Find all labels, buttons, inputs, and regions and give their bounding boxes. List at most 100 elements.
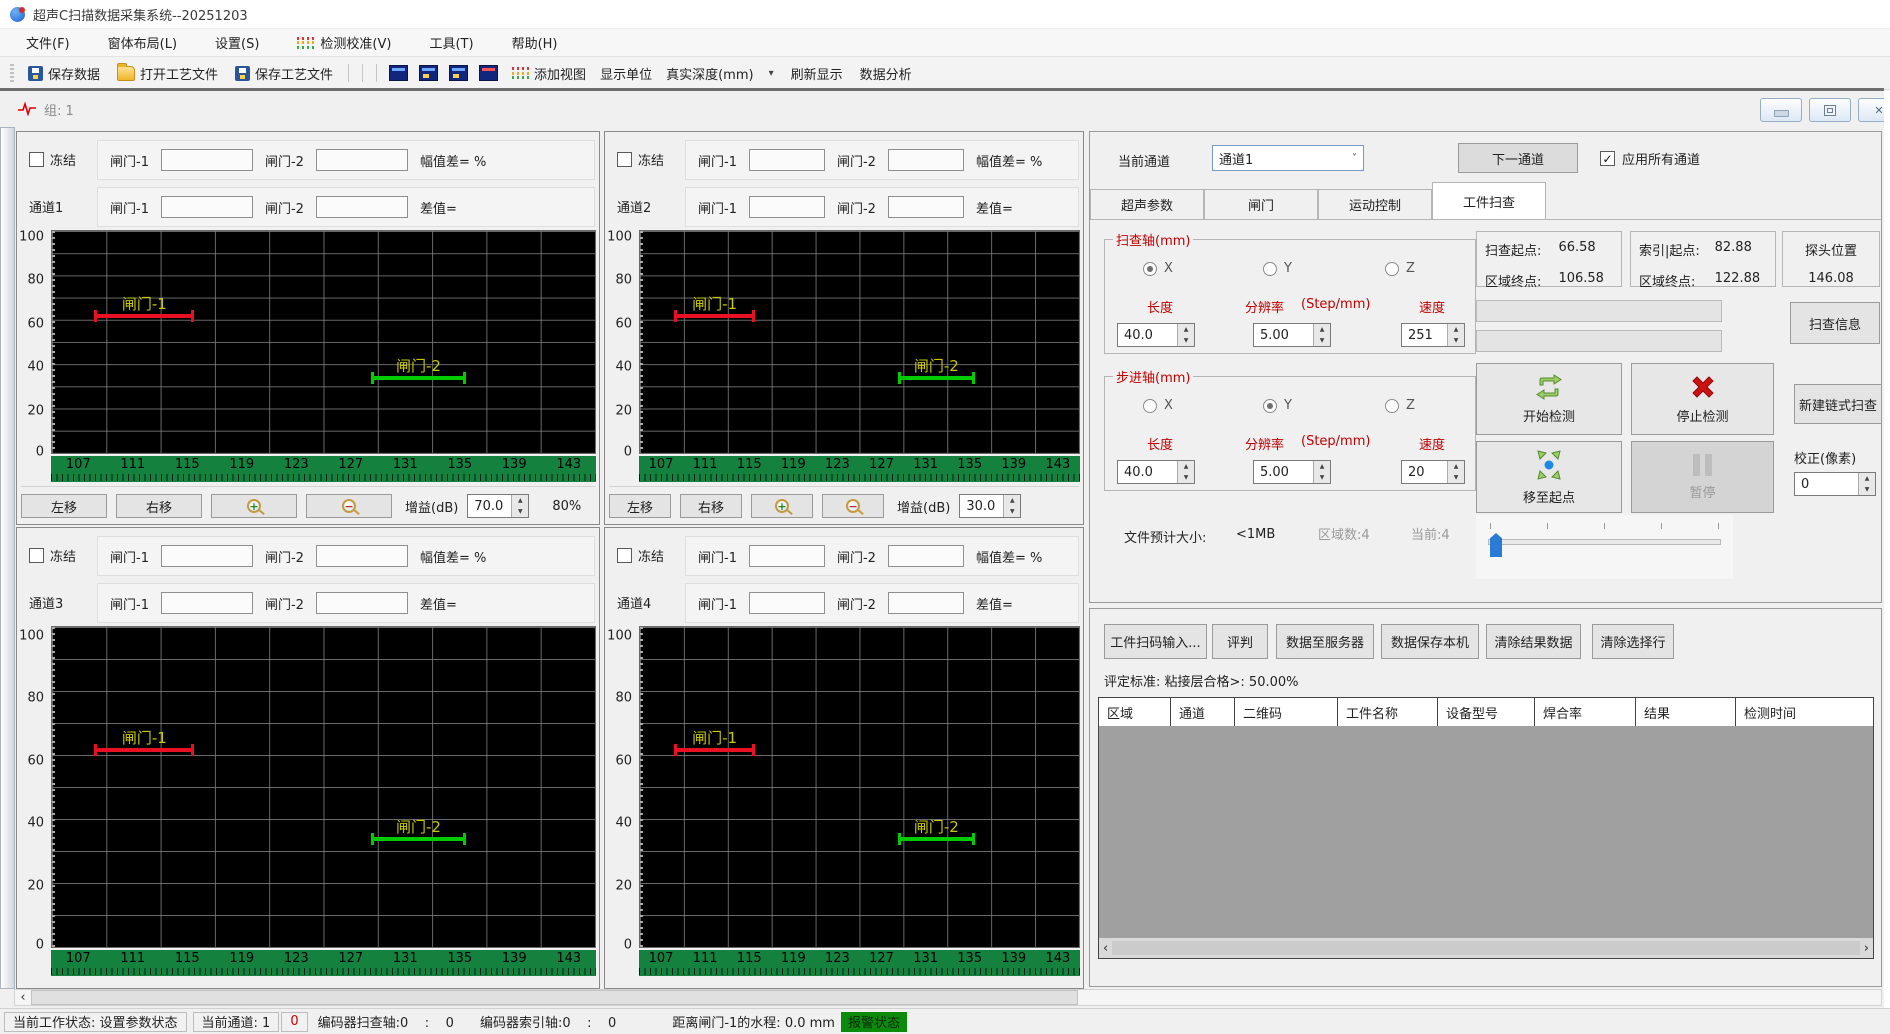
gate-1-line[interactable] xyxy=(674,743,756,756)
slider-track[interactable] xyxy=(1488,539,1721,545)
freeze-checkbox[interactable] xyxy=(617,548,632,563)
gate2-amplitude-field[interactable] xyxy=(887,149,964,171)
mdi-horizontal-scrollbar[interactable]: ‹ xyxy=(14,989,1882,1006)
menu-settings[interactable]: 设置(S) xyxy=(215,33,259,52)
scroll-right-arrow[interactable]: › xyxy=(1864,941,1869,956)
column-header[interactable]: 工件名称 xyxy=(1338,698,1438,726)
gate1-amplitude-field[interactable] xyxy=(160,149,253,171)
tab-gates[interactable]: 闸门 xyxy=(1204,189,1318,219)
move-right-button[interactable]: 右移 xyxy=(680,494,742,518)
slider-thumb[interactable] xyxy=(1490,533,1502,557)
gate2-depth-field[interactable] xyxy=(315,592,408,614)
zoom-in-button[interactable]: + xyxy=(751,494,813,518)
zoom-out-button[interactable]: − xyxy=(306,494,392,518)
table-horizontal-scrollbar[interactable]: ‹ › xyxy=(1099,938,1873,958)
current-channel-select[interactable]: 通道1 ˅ xyxy=(1212,145,1364,171)
freeze-toggle[interactable]: 冻结 xyxy=(617,150,679,169)
add-view-button[interactable]: 添加视图 xyxy=(509,62,589,85)
menu-help[interactable]: 帮助(H) xyxy=(512,33,558,52)
menu-layout[interactable]: 窗体布局(L) xyxy=(108,33,177,52)
clear-results-button[interactable]: 清除结果数据 xyxy=(1486,624,1581,659)
workpiece-scan-input-button[interactable]: 工件扫码输入... xyxy=(1104,624,1207,659)
calibration-spinner[interactable]: 0 ▲ ▼ xyxy=(1794,472,1876,496)
gate1-depth-field[interactable] xyxy=(160,196,253,218)
gate2-depth-field[interactable] xyxy=(887,592,964,614)
menu-calibration[interactable]: 检测校准(V) xyxy=(297,33,391,52)
column-header[interactable]: 焊合率 xyxy=(1535,698,1636,726)
column-header[interactable]: 检测时间 xyxy=(1736,698,1873,726)
menu-tools[interactable]: 工具(T) xyxy=(429,33,473,52)
step-speed-spinner[interactable]: 20 ▲ ▼ xyxy=(1401,460,1465,484)
save-data-button[interactable]: 保存数据 xyxy=(25,62,103,85)
open-process-file-button[interactable]: 打开工艺文件 xyxy=(114,62,221,85)
gate2-amplitude-field[interactable] xyxy=(887,545,964,567)
close-button[interactable]: ✕ xyxy=(1858,98,1884,122)
step-resolution-spinner[interactable]: 5.00 ▲ ▼ xyxy=(1253,460,1331,484)
column-header[interactable]: 区域 xyxy=(1099,698,1171,726)
tab-ultrasound-params[interactable]: 超声参数 xyxy=(1090,189,1204,219)
gate2-amplitude-field[interactable] xyxy=(315,149,408,171)
gate-2-line[interactable] xyxy=(371,371,466,384)
gate-1-line[interactable] xyxy=(94,743,194,756)
tab-motion-control[interactable]: 运动控制 xyxy=(1318,189,1432,219)
gate-2-line[interactable] xyxy=(898,371,975,384)
menu-file[interactable]: 文件(F) xyxy=(26,33,70,52)
move-left-button[interactable]: 左移 xyxy=(21,494,107,518)
freeze-toggle[interactable]: 冻结 xyxy=(29,546,91,565)
gate-2-line[interactable] xyxy=(898,833,975,846)
scan-axis-y-radio[interactable]: Y xyxy=(1263,261,1292,276)
scrollbar-thumb[interactable] xyxy=(1112,941,1860,955)
gate-1-line[interactable] xyxy=(94,309,194,322)
tile-vertical-icon[interactable] xyxy=(449,65,469,81)
ascan-plot[interactable]: 闸门-1 闸门-2 xyxy=(51,230,596,454)
gate1-depth-field[interactable] xyxy=(160,592,253,614)
scroll-left-arrow[interactable]: ‹ xyxy=(15,990,31,1005)
zoom-out-button[interactable]: − xyxy=(822,494,884,518)
minimize-button[interactable] xyxy=(1760,98,1802,122)
judge-button[interactable]: 评判 xyxy=(1212,624,1268,659)
step-length-spinner[interactable]: 40.0 ▲ ▼ xyxy=(1117,460,1195,484)
data-analysis-button[interactable]: 数据分析 xyxy=(857,62,915,85)
tab-workpiece-scan[interactable]: 工件扫查 xyxy=(1432,182,1546,219)
gain-spinner[interactable]: 70.0 ▲ ▼ xyxy=(467,494,530,518)
freeze-toggle[interactable]: 冻结 xyxy=(29,150,91,169)
move-left-button[interactable]: 左移 xyxy=(609,494,671,518)
apply-all-channels-toggle[interactable]: 应用所有通道 xyxy=(1600,149,1700,168)
next-channel-button[interactable]: 下一通道 xyxy=(1458,143,1578,173)
true-depth-dropdown[interactable]: 真实深度(mm) ▾ xyxy=(663,62,777,85)
gate-1-line[interactable] xyxy=(674,309,756,322)
restore-button[interactable] xyxy=(1809,98,1851,122)
scroll-left-arrow[interactable]: ‹ xyxy=(1103,941,1108,956)
scan-speed-spinner[interactable]: 251 ▲ ▼ xyxy=(1401,323,1465,347)
gate1-amplitude-field[interactable] xyxy=(748,149,825,171)
gate2-amplitude-field[interactable] xyxy=(315,545,408,567)
gate-2[interactable]: 闸门-2 xyxy=(371,356,466,384)
gate-2[interactable]: 闸门-2 xyxy=(371,817,466,846)
move-right-button[interactable]: 右移 xyxy=(116,494,202,518)
ascan-plot[interactable]: 闸门-1 闸门-2 xyxy=(51,626,596,948)
clear-selected-row-button[interactable]: 清除选择行 xyxy=(1592,624,1674,659)
spinner-arrows[interactable]: ▲ ▼ xyxy=(1447,324,1464,346)
column-header[interactable]: 通道 xyxy=(1171,698,1235,726)
ascan-plot[interactable]: 闸门-1 闸门-2 xyxy=(639,626,1080,948)
freeze-checkbox[interactable] xyxy=(29,152,44,167)
spinner-arrows[interactable]: ▲ ▼ xyxy=(1313,461,1330,483)
refresh-display-button[interactable]: 刷新显示 xyxy=(788,62,846,85)
tile-horizontal-icon[interactable] xyxy=(419,65,439,81)
gate1-depth-field[interactable] xyxy=(748,196,825,218)
freeze-checkbox[interactable] xyxy=(29,548,44,563)
spinner-arrows[interactable]: ▲ ▼ xyxy=(1858,473,1875,495)
save-local-button[interactable]: 数据保存本机 xyxy=(1381,624,1479,659)
new-chain-scan-button[interactable]: 新建链式扫查 xyxy=(1794,384,1882,424)
freeze-checkbox[interactable] xyxy=(617,152,632,167)
data-to-server-button[interactable]: 数据至服务器 xyxy=(1276,624,1374,659)
arrange-windows-icon[interactable] xyxy=(479,65,499,81)
pause-button[interactable]: 暂停 xyxy=(1631,441,1774,513)
region-slider[interactable] xyxy=(1476,515,1733,579)
spinner-arrows[interactable]: ▲ ▼ xyxy=(1447,461,1464,483)
gate2-depth-field[interactable] xyxy=(887,196,964,218)
cascade-windows-icon[interactable] xyxy=(389,65,409,81)
zoom-in-button[interactable]: + xyxy=(211,494,297,518)
left-scroll-strip[interactable] xyxy=(0,127,15,989)
ascan-plot[interactable]: 闸门-1 闸门-2 xyxy=(639,230,1080,454)
